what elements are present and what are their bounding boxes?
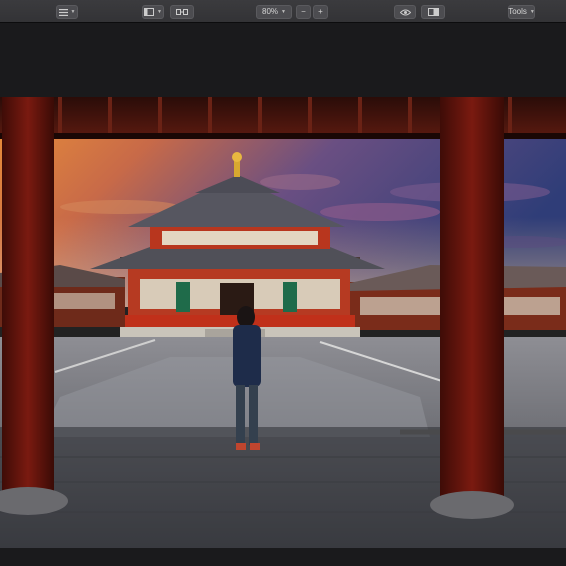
- chevron-down-icon: ▼: [529, 8, 535, 15]
- split-view-button[interactable]: [421, 5, 445, 19]
- zoom-out-button[interactable]: −: [296, 5, 311, 19]
- zoom-in-label: +: [318, 7, 323, 16]
- compare-button[interactable]: [170, 5, 194, 19]
- chevron-down-icon: ▼: [281, 8, 286, 15]
- chevron-down-icon: ▼: [157, 8, 162, 15]
- zoom-select[interactable]: 80% ▼: [256, 5, 292, 19]
- photo-preview[interactable]: [0, 97, 566, 548]
- image-canvas[interactable]: [0, 23, 566, 566]
- preview-button[interactable]: [394, 5, 416, 19]
- sidebar-layout-icon: [144, 8, 155, 16]
- split-view-icon: [427, 8, 439, 16]
- top-toolbar: ▼ ▼ 80% ▼ − + Tools ▼: [0, 0, 566, 23]
- zoom-out-label: −: [301, 7, 306, 16]
- tools-label: Tools: [508, 7, 527, 16]
- compare-icon: [176, 9, 188, 15]
- zoom-value: 80%: [262, 7, 279, 16]
- tools-menu-button[interactable]: Tools ▼: [508, 5, 535, 19]
- temple-photo-image: [0, 97, 566, 548]
- chevron-down-icon: ▼: [70, 8, 76, 15]
- zoom-in-button[interactable]: +: [313, 5, 328, 19]
- eye-icon: [399, 9, 411, 15]
- list-icon: [58, 8, 68, 16]
- layout-button[interactable]: ▼: [142, 5, 164, 19]
- view-menu-button[interactable]: ▼: [56, 5, 78, 19]
